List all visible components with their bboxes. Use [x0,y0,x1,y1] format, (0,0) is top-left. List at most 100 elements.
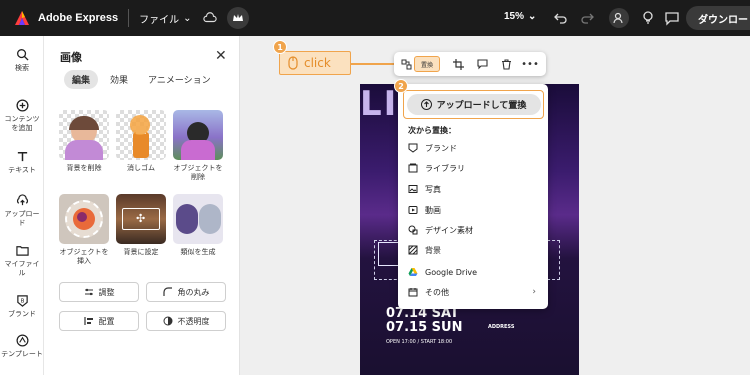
menu-item-label: 動画 [425,205,441,215]
tool-eraser[interactable]: 消しゴム [116,110,166,173]
menu-item-label: ブランド [425,143,457,153]
rail-label: テキスト [8,166,36,174]
cloud-icon[interactable] [203,11,218,25]
tab-edit[interactable]: 編集 [64,70,99,89]
panel-title: 画像 [60,51,82,64]
rail-item-add-content[interactable]: コンテンツを追加 [0,99,44,133]
annotation-connector [351,63,395,65]
crop-icon[interactable] [446,52,470,76]
image-panel: 画像 ✕ 編集 効果 アニメーション 背景を削除 消しゴム オブジェクトを削除 [44,36,240,375]
corner-radius-label: 角の丸み [177,287,210,297]
download-button[interactable]: ダウンロード [686,6,750,30]
menu-item-google-drive[interactable]: Google Drive [408,265,542,279]
menu-item-label: デザイン素材 [425,225,473,235]
arrange-button[interactable]: 配置 [59,311,139,331]
upload-and-replace-button[interactable]: アップロードして置換 [406,94,541,115]
opacity-button[interactable]: 不透明度 [146,311,226,331]
tool-label: 消しゴム [127,164,155,172]
comment-icon[interactable] [470,52,494,76]
app-title: Adobe Express [38,12,119,24]
opacity-label: 不透明度 [177,316,210,326]
replace-dropdown: アップロードして置換 次から置換： ブランド ライブラリ 写真 動画 デザイン素… [398,84,548,309]
upload-icon [420,99,432,110]
rail-label: マイファイル [4,260,40,277]
rail-label: アップロード [4,210,40,227]
search-icon [16,49,29,61]
background-icon [408,245,418,255]
shapes-icon [408,225,418,235]
tool-label: 背景を削除 [66,164,102,172]
generate-similar-thumbnail [173,194,223,244]
rail-label: ブランド [8,310,36,318]
google-drive-icon [408,268,418,276]
library-icon [408,163,418,173]
close-icon[interactable]: ✕ [215,48,227,64]
poster-date-2: 07.15 SUN [386,320,463,335]
replace-from-heading: 次から置換： [408,126,456,135]
tool-set-as-background[interactable]: ✣ 背景に設定 [116,194,166,257]
insert-object-thumbnail [59,194,109,244]
poster-time: OPEN 17:00 / START 18:00 [386,339,453,345]
menu-item-videos[interactable]: 動画 [408,203,542,217]
corner-radius-button[interactable]: 角の丸み [146,282,226,302]
tool-label: オブジェクトを削除 [173,164,223,181]
rail-item-upload[interactable]: アップロード [0,194,44,228]
tab-effects[interactable]: 効果 [102,70,136,89]
menu-item-library[interactable]: ライブラリ [408,161,542,175]
remove-object-thumbnail [173,110,223,160]
file-menu-label: ファイル [139,14,180,26]
menu-item-more[interactable]: その他 › [408,285,542,299]
file-menu[interactable]: ファイル ⌄ [139,11,191,26]
left-rail: 検索 コンテンツを追加 テキスト アップロード マイファイル B ブランド テン… [0,36,44,375]
rail-item-brand[interactable]: B ブランド [0,294,44,319]
folder-icon [15,246,29,256]
eraser-thumbnail [116,110,166,160]
premium-crown-button[interactable] [227,7,250,29]
rail-item-text[interactable]: テキスト [0,150,44,175]
sliders-icon [84,288,93,296]
brand-icon: B [16,295,28,307]
replace-button[interactable]: 置換 [414,56,440,72]
floating-toolbar: 置換 ••• [394,52,546,76]
menu-item-photos[interactable]: 写真 [408,182,542,196]
chevron-down-icon: ⌄ [528,11,537,22]
tool-insert-object[interactable]: オブジェクトを挿入 [59,194,109,266]
chevron-down-icon: ⌄ [183,12,192,24]
mouse-icon [288,56,298,70]
tab-animation[interactable]: アニメーション [140,70,219,89]
adobe-express-logo[interactable] [14,10,30,26]
crown-icon [233,14,244,21]
menu-item-design-assets[interactable]: デザイン素材 [408,223,542,237]
menu-item-label: ライブラリ [425,163,465,173]
panel-tabs: 編集 効果 アニメーション [64,70,219,89]
calendar-icon [408,288,418,297]
comment-icon[interactable] [664,10,680,26]
align-left-icon [83,317,93,325]
opacity-icon [163,316,172,326]
zoom-control[interactable]: 15% ⌄ [504,11,536,22]
rail-label: コンテンツを追加 [4,115,40,132]
more-options-icon[interactable]: ••• [518,52,542,76]
tool-remove-object[interactable]: オブジェクトを削除 [173,110,223,182]
tool-remove-background[interactable]: 背景を削除 [59,110,109,173]
redo-icon[interactable] [579,10,595,26]
adjust-button[interactable]: 調整 [59,282,139,302]
menu-item-backgrounds[interactable]: 背景 [408,243,542,257]
poster-address-label: ADDRESS [488,324,515,330]
adjust-label: 調整 [98,287,115,297]
tool-generate-similar[interactable]: 類似を生成 [173,194,223,257]
upload-and-replace-label: アップロードして置換 [436,101,527,111]
menu-item-brand[interactable]: ブランド [408,141,542,155]
menu-item-label: 背景 [425,245,441,255]
trash-icon[interactable] [494,52,518,76]
template-icon [16,334,28,347]
rail-item-my-files[interactable]: マイファイル [0,244,44,278]
tool-label: オブジェクトを挿入 [59,248,109,265]
menu-item-label: 写真 [425,184,441,194]
video-icon [408,206,418,214]
rail-item-search[interactable]: 検索 [0,48,44,73]
lightbulb-icon[interactable] [640,10,656,26]
rail-item-templates[interactable]: テンプレート [0,334,44,359]
add-user-icon[interactable] [609,8,629,28]
undo-icon[interactable] [553,10,569,26]
